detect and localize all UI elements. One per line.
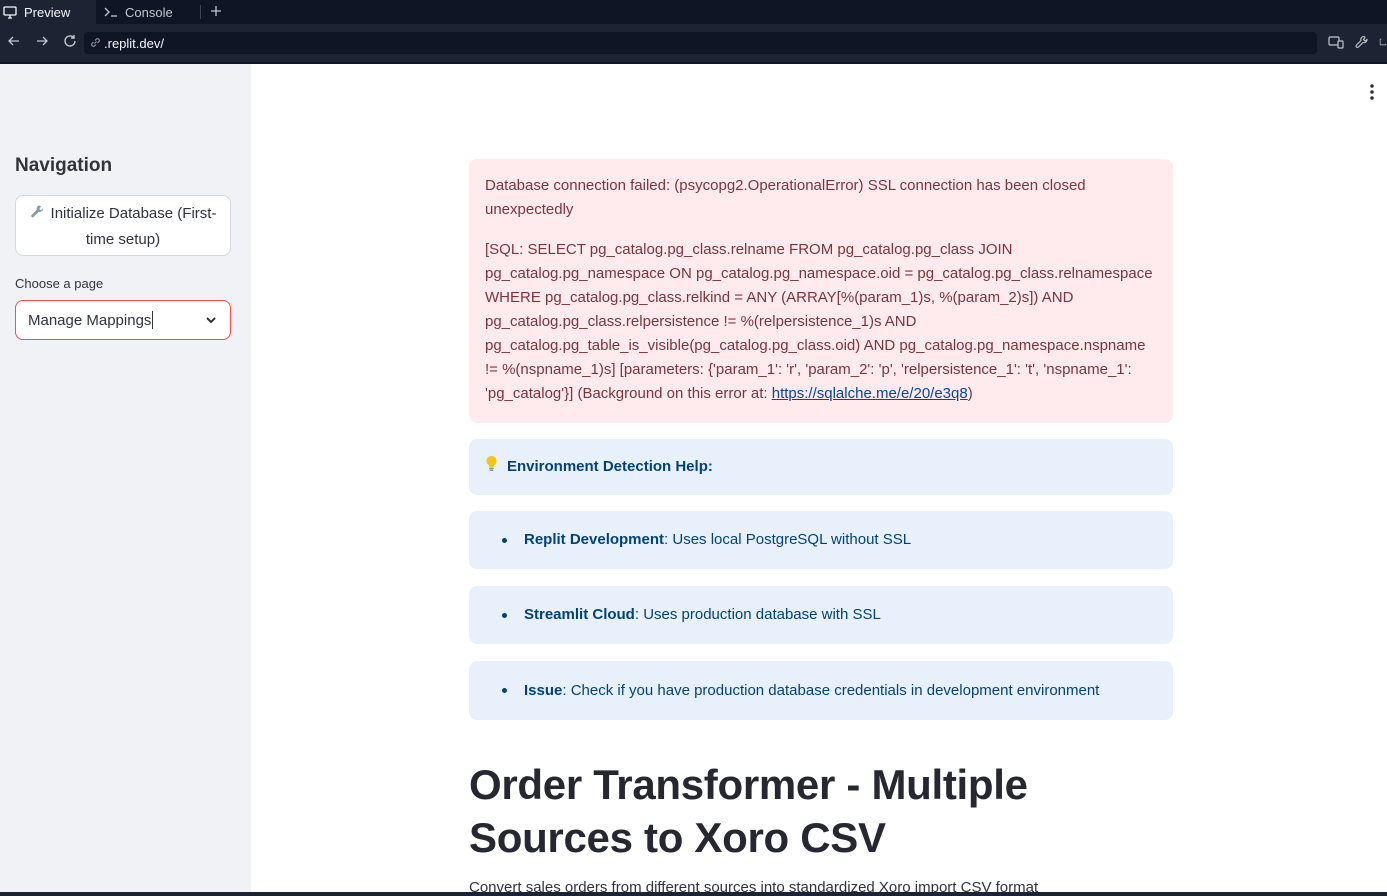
error-alert: Database connection failed: (psycopg2.Op… [469, 159, 1173, 423]
bullet [502, 688, 507, 693]
list-item-rest: : Uses local PostgreSQL without SSL [664, 531, 912, 548]
browser-tab-bar: Preview Console [0, 0, 1387, 24]
chevron-down-icon [204, 313, 218, 331]
list-item-rest: : Uses production database with SSL [634, 606, 881, 623]
reload-icon [63, 34, 77, 53]
tab-preview-label: Preview [24, 4, 71, 20]
arrow-left-icon [8, 34, 20, 52]
url-input[interactable]: .replit.dev/ [84, 32, 1317, 54]
error-details-suffix: ) [967, 385, 973, 402]
plus-icon [211, 3, 221, 21]
tab-console-label: Console [125, 4, 173, 20]
choose-page-label: Choose a page [15, 276, 104, 291]
error-message: Database connection failed: (psycopg2.Op… [485, 177, 1086, 218]
monitor-icon [3, 5, 17, 19]
browser-address-row: .replit.dev/ [0, 24, 1387, 62]
list-item-text: Issue: Check if you have production data… [524, 679, 1099, 703]
list-item-bold: Streamlit Cloud [524, 606, 635, 623]
initialize-database-label: Initialize Database (First-time setup) [50, 205, 217, 248]
url-text: .replit.dev/ [104, 35, 164, 51]
page-title: Order Transformer - Multiple Sources to … [469, 761, 1028, 861]
bullet [502, 612, 507, 618]
devices-button[interactable] [1327, 33, 1345, 51]
tab-preview[interactable]: Preview [0, 0, 96, 24]
new-tab-button[interactable] [201, 0, 231, 24]
arrow-right-icon [36, 34, 48, 52]
wrench-icon [30, 202, 45, 227]
url-tools [1327, 33, 1387, 51]
external-link-button[interactable] [1379, 33, 1387, 51]
error-background-link[interactable]: https://sqlalche.me/e/20/e3q8 [772, 385, 968, 402]
text-caret [152, 311, 154, 329]
lightbulb-icon [485, 455, 498, 479]
initialize-database-button[interactable]: Initialize Database (First-time setup) [15, 195, 231, 256]
forward-button[interactable] [28, 29, 56, 57]
list-item: Streamlit Cloud: Uses production databas… [469, 586, 1173, 644]
list-item-bold: Issue [524, 681, 563, 699]
link-icon [90, 36, 101, 51]
list-item-rest: : Check if you have production database … [562, 681, 1100, 699]
page-select[interactable]: Manage Mappings [15, 300, 231, 340]
sidebar: Navigation Initialize Database (First-ti… [0, 64, 251, 896]
sidebar-title: Navigation [15, 155, 113, 176]
wrench-tool-button[interactable] [1353, 33, 1371, 51]
tab-console[interactable]: Console [96, 0, 200, 24]
main-menu-button[interactable] [1370, 84, 1374, 105]
terminal-icon [104, 6, 118, 18]
back-button[interactable] [0, 29, 28, 57]
help-title: Environment Detection Help: [507, 458, 713, 475]
list-item: Replit Development: Uses local PostgreSQ… [469, 511, 1173, 569]
bottom-frame-bar [0, 892, 1387, 896]
list-item-bold: Replit Development [524, 531, 665, 548]
reload-button[interactable] [56, 29, 84, 57]
error-details: [SQL: SELECT pg_catalog.pg_class.relname… [485, 238, 1157, 406]
main-content: Database connection failed: (psycopg2.Op… [251, 64, 1387, 896]
list-item-text: Streamlit Cloud: Uses production databas… [524, 603, 881, 627]
error-sql-text: [SQL: SELECT pg_catalog.pg_class.relname… [485, 241, 1153, 402]
bullet [502, 537, 507, 543]
list-item: Issue: Check if you have production data… [469, 661, 1173, 720]
list-item-text: Replit Development: Uses local PostgreSQ… [524, 528, 911, 552]
help-alert: Environment Detection Help: [469, 439, 1173, 495]
page-select-value: Manage Mappings [28, 311, 152, 329]
kebab-menu-icon [1370, 84, 1374, 104]
